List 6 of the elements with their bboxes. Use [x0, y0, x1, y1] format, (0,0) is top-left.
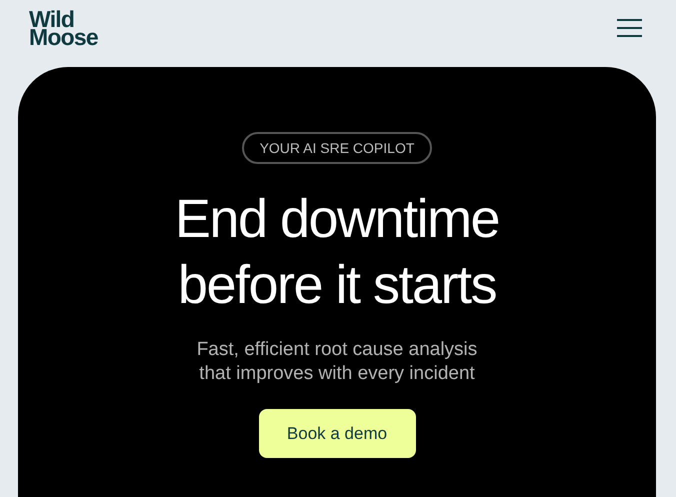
logo[interactable]: Wild Moose — [29, 8, 98, 48]
tagline-badge: YOUR AI SRE COPILOT — [242, 132, 432, 164]
subtitle: Fast, efficient root cause analysis that improves with every incident — [196, 338, 478, 386]
book-demo-button[interactable]: Book a demo — [258, 409, 416, 458]
menu-icon[interactable] — [617, 19, 642, 37]
headline: End downtime before it starts — [174, 188, 500, 317]
